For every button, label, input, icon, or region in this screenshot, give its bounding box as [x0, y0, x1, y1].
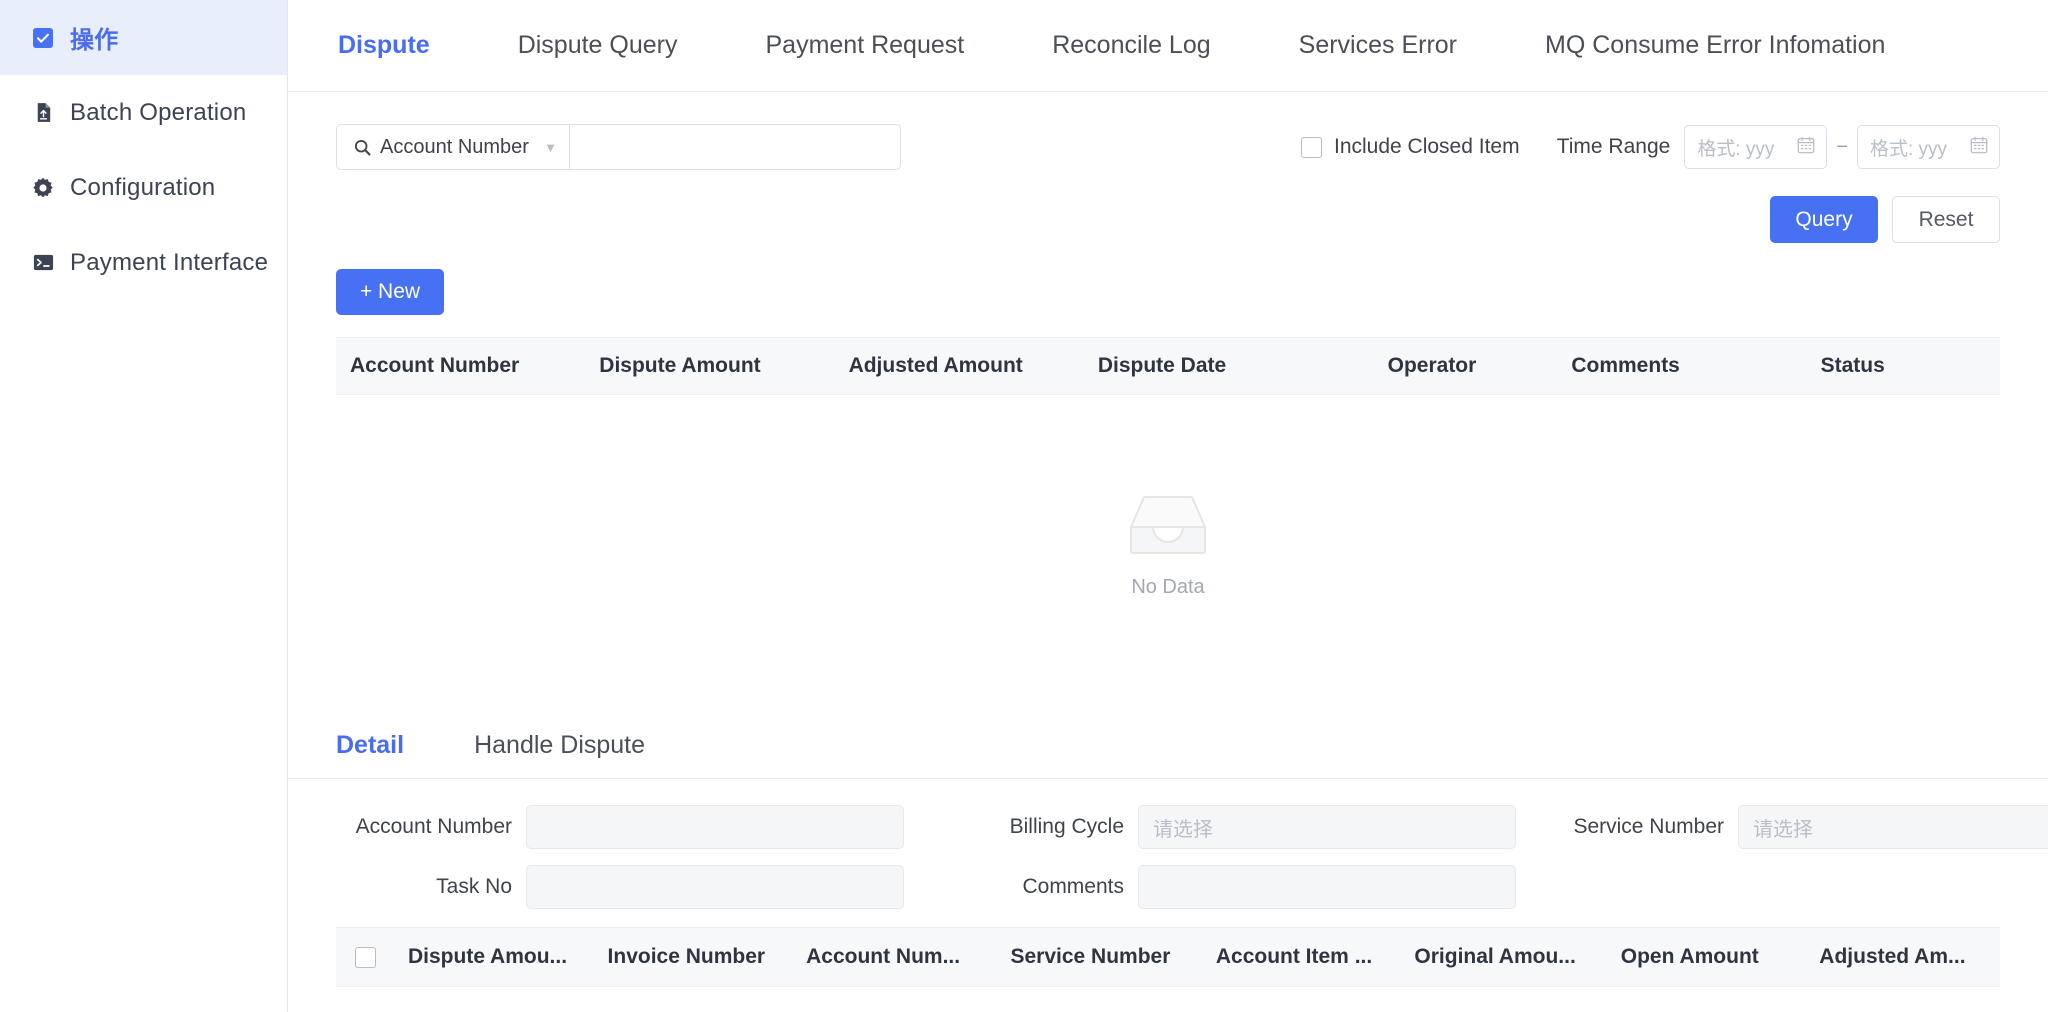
tab-payment-request[interactable]: Payment Request — [763, 31, 966, 60]
detail-form: Account Number Billing Cycle 请选择 Service… — [288, 805, 2048, 909]
column-comments[interactable]: Comments — [1557, 354, 1806, 378]
column-open-amount[interactable]: Open Amount — [1607, 945, 1806, 969]
column-account-number[interactable]: Account Num... — [792, 945, 996, 969]
field-account-number-label: Account Number — [355, 815, 512, 838]
select-all-cell — [336, 946, 394, 968]
column-adjusted-amount[interactable]: Adjusted Amount — [835, 354, 1084, 378]
tab-services-error[interactable]: Services Error — [1297, 31, 1459, 60]
field-service-number-select[interactable]: 请选择 — [1738, 805, 2048, 849]
time-range-group: Time Range 格式: yyy − 格式: yyy — [1557, 125, 2000, 169]
field-billing-cycle: Billing Cycle 请选择 — [960, 805, 1516, 849]
terminal-icon — [30, 250, 56, 276]
sidebar: 操作 Batch Operation Configuration Payment… — [0, 0, 288, 1012]
filter-bar: Account Number ▼ Include Closed Item Tim… — [288, 116, 2048, 178]
date-end-picker[interactable]: 格式: yyy — [1857, 125, 2000, 169]
detail-table-header: Dispute Amou... Invoice Number Account N… — [336, 927, 2000, 987]
checkbox-box — [1301, 136, 1322, 158]
dispute-table-header: Account Number Dispute Amount Adjusted A… — [336, 337, 2000, 395]
dispute-table: Account Number Dispute Amount Adjusted A… — [288, 337, 2048, 695]
new-button[interactable]: + New — [336, 269, 444, 315]
field-billing-cycle-placeholder: 请选择 — [1153, 818, 1213, 841]
search-field-label: Account Number — [380, 135, 529, 158]
field-service-number-placeholder: 请选择 — [1753, 818, 1813, 841]
search-icon — [353, 138, 372, 157]
column-adjusted-amount[interactable]: Adjusted Am... — [1805, 945, 2000, 969]
sidebar-item-label: 操作 — [70, 27, 119, 54]
field-billing-cycle-select[interactable]: 请选择 — [1138, 805, 1516, 849]
tab-dispute[interactable]: Dispute — [336, 31, 432, 60]
tab-handle-dispute[interactable]: Handle Dispute — [474, 731, 645, 760]
sidebar-item-label: Batch Operation — [70, 98, 247, 126]
sidebar-item-label: Payment Interface — [70, 248, 269, 276]
detail-tab-bar: Detail Handle Dispute — [288, 713, 2048, 779]
date-start-placeholder: 格式: yyy — [1697, 138, 1775, 160]
sidebar-item-label: Configuration — [70, 173, 216, 201]
new-row: + New — [288, 269, 2048, 315]
query-actions: Query Reset — [288, 196, 2048, 243]
column-service-number[interactable]: Service Number — [996, 945, 1201, 969]
sidebar-item-operation[interactable]: 操作 — [0, 0, 287, 75]
column-original-amount[interactable]: Original Amou... — [1400, 945, 1606, 969]
field-task-no-label: Task No — [436, 875, 512, 898]
dispute-table-empty-state: No Data — [336, 395, 2000, 695]
column-account-number[interactable]: Account Number — [336, 354, 585, 378]
calendar-icon — [1969, 135, 1989, 160]
calendar-icon — [1796, 135, 1816, 160]
no-data-icon — [1127, 491, 1209, 564]
field-account-number-input[interactable] — [526, 805, 904, 849]
column-dispute-amount[interactable]: Dispute Amount — [585, 354, 834, 378]
field-service-number-label: Service Number — [1573, 815, 1724, 838]
reset-button[interactable]: Reset — [1892, 196, 2000, 243]
chevron-down-icon: ▼ — [544, 139, 557, 155]
date-end-placeholder: 格式: yyy — [1870, 138, 1948, 160]
field-comments: Comments — [960, 865, 1516, 909]
tab-dispute-query[interactable]: Dispute Query — [516, 31, 680, 60]
tab-mq-consume-error-infomation[interactable]: MQ Consume Error Infomation — [1543, 31, 1887, 60]
column-account-item[interactable]: Account Item ... — [1202, 945, 1401, 969]
search-field-select[interactable]: Account Number ▼ — [336, 124, 569, 170]
detail-form-row-2: Task No Comments — [336, 865, 2000, 909]
search-input[interactable] — [569, 124, 901, 170]
sidebar-item-payment-interface[interactable]: Payment Interface — [0, 225, 287, 300]
tab-detail[interactable]: Detail — [336, 731, 404, 760]
include-closed-item-checkbox[interactable]: Include Closed Item — [1301, 135, 1520, 159]
column-invoice-number[interactable]: Invoice Number — [594, 945, 793, 969]
tab-reconcile-log[interactable]: Reconcile Log — [1050, 31, 1212, 60]
no-data-label: No Data — [1131, 576, 1205, 598]
gear-icon — [30, 175, 56, 201]
field-task-no-input[interactable] — [526, 865, 904, 909]
main-content: Dispute Dispute Query Payment Request Re… — [288, 0, 2048, 1012]
column-operator[interactable]: Operator — [1374, 354, 1558, 378]
select-all-checkbox[interactable] — [354, 946, 376, 968]
tab-bar: Dispute Dispute Query Payment Request Re… — [288, 0, 2048, 92]
date-range-separator: − — [1836, 135, 1848, 158]
file-upload-icon — [30, 100, 56, 126]
sidebar-item-configuration[interactable]: Configuration — [0, 150, 287, 225]
query-button[interactable]: Query — [1770, 196, 1878, 243]
detail-form-row-1: Account Number Billing Cycle 请选择 Service… — [336, 805, 2048, 849]
sidebar-item-batch-operation[interactable]: Batch Operation — [0, 75, 287, 150]
field-billing-cycle-label: Billing Cycle — [1009, 815, 1124, 838]
app-root: 操作 Batch Operation Configuration Payment… — [0, 0, 2048, 1012]
field-task-no: Task No — [336, 865, 904, 909]
time-range-label: Time Range — [1556, 135, 1671, 158]
column-dispute-date[interactable]: Dispute Date — [1084, 354, 1374, 378]
checkbox-square-icon — [30, 25, 56, 51]
search-group: Account Number ▼ — [336, 124, 901, 170]
field-account-number: Account Number — [336, 805, 904, 849]
field-comments-input[interactable] — [1138, 865, 1516, 909]
include-closed-item-label: Include Closed Item — [1334, 135, 1520, 158]
column-dispute-amount[interactable]: Dispute Amou... — [394, 945, 594, 969]
field-comments-label: Comments — [1022, 875, 1124, 898]
field-service-number: Service Number 请选择 — [1558, 805, 2048, 849]
detail-table: Dispute Amou... Invoice Number Account N… — [288, 927, 2048, 987]
date-start-picker[interactable]: 格式: yyy — [1684, 125, 1828, 169]
column-status[interactable]: Status — [1807, 354, 2000, 378]
